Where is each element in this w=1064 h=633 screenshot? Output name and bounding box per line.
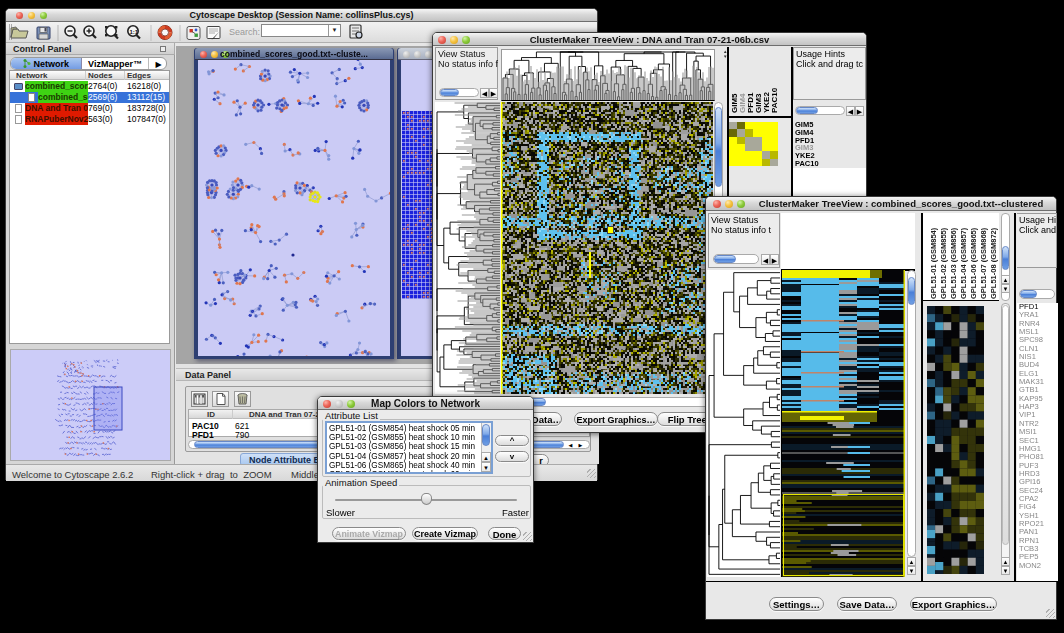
- svg-text:1:1: 1:1: [130, 29, 139, 35]
